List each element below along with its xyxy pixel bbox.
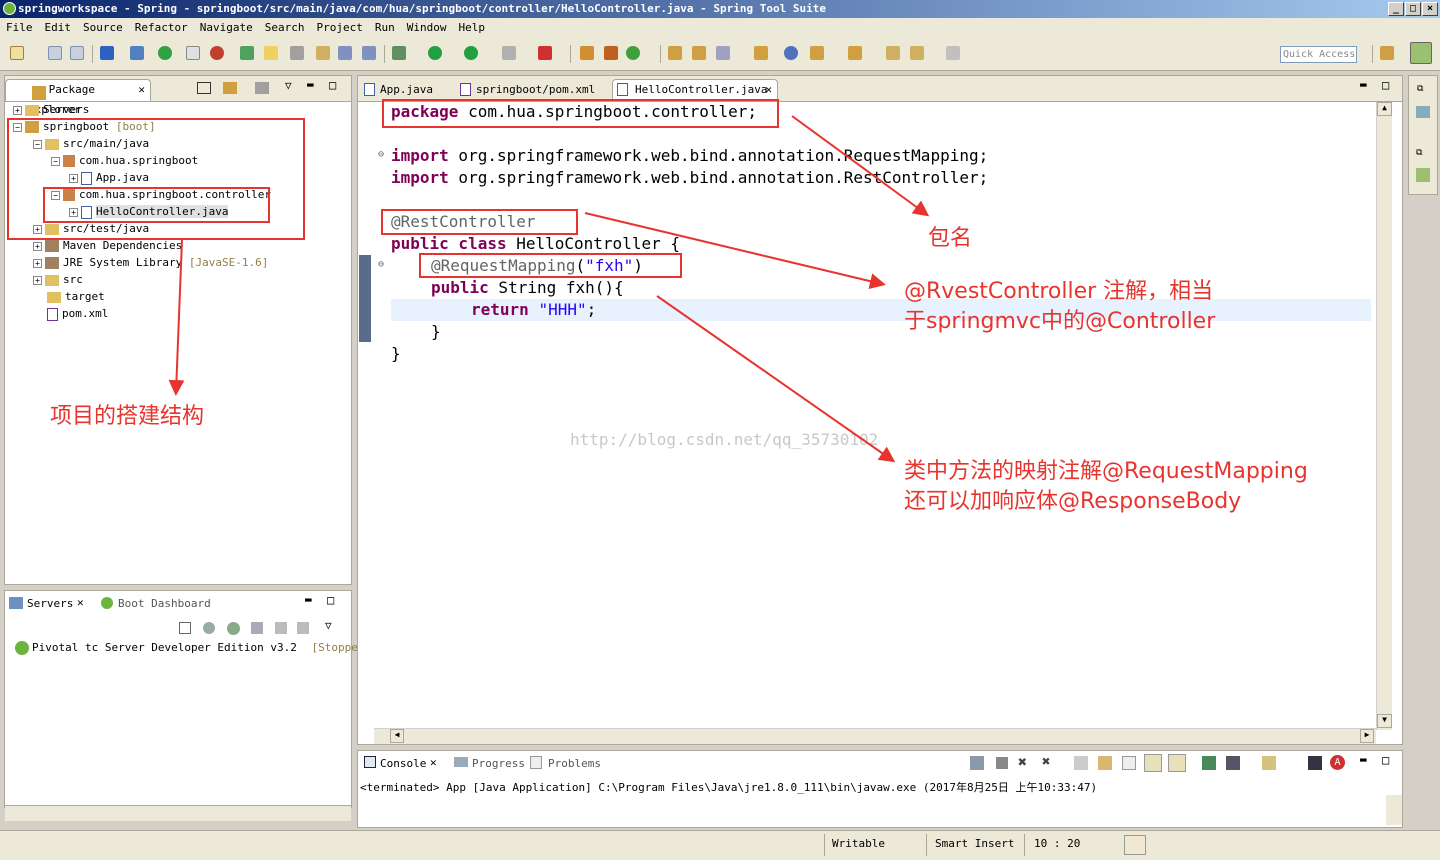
- arrow-project: [168, 239, 185, 396]
- note-restcontroller-1: @RvestController 注解，相当: [904, 279, 1214, 304]
- arrow-package: [791, 115, 930, 217]
- arrow-restcontroller: [584, 212, 886, 289]
- note-requestmapping-2: 还可以加响应体@ResponseBody: [904, 489, 1242, 514]
- arrow-requestmapping: [656, 295, 896, 463]
- note-requestmapping-1: 类中方法的映射注解@RequestMapping: [904, 459, 1308, 484]
- note-project-structure: 项目的搭建结构: [50, 404, 205, 429]
- annotation-arrows: [168, 115, 930, 463]
- note-package-name: 包名: [928, 226, 973, 251]
- note-restcontroller-2: 于springmvc中的@Controller: [904, 309, 1216, 334]
